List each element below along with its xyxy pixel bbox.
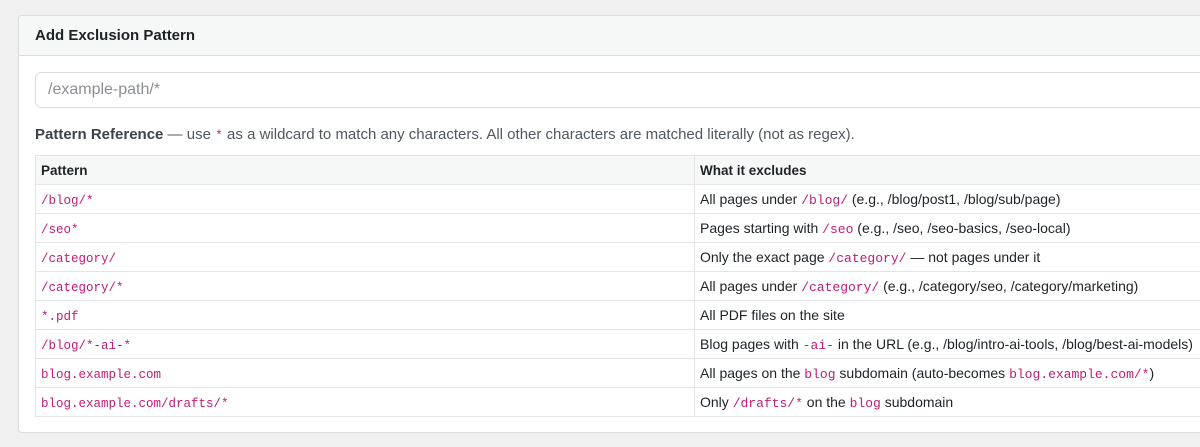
inline-code: /seo bbox=[822, 221, 854, 237]
description-cell: Blog pages with -ai- in the URL (e.g., /… bbox=[694, 329, 1200, 359]
description-text: Blog pages with bbox=[700, 335, 803, 352]
pattern-code: /seo* bbox=[41, 222, 79, 237]
table-row: /category/Only the exact page /category/… bbox=[35, 242, 1200, 272]
pattern-code: /blog/* bbox=[41, 193, 94, 208]
description-text: Pages starting with bbox=[700, 219, 823, 236]
description-text: ) bbox=[1149, 364, 1155, 381]
inline-code: /drafts/* bbox=[732, 395, 803, 411]
pattern-cell: /blog/* bbox=[35, 184, 695, 214]
table-header-row: Pattern What it excludes bbox=[35, 155, 1200, 185]
pattern-cell: blog.example.com bbox=[35, 358, 695, 388]
pattern-cell: /category/* bbox=[35, 271, 695, 301]
inline-code: blog.example.com/* bbox=[1009, 366, 1150, 382]
description-text: Only bbox=[700, 393, 733, 410]
pattern-code: /blog/*-ai-* bbox=[41, 338, 132, 353]
description-text: on the bbox=[802, 393, 850, 410]
table-row: blog.example.com All pages on the blog su… bbox=[35, 358, 1200, 388]
pattern-code: /category/* bbox=[41, 280, 124, 295]
card-header: Add Exclusion Pattern bbox=[19, 16, 1200, 56]
pattern-cell: blog.example.com/drafts/* bbox=[35, 387, 695, 417]
description-cell: All pages on the blog subdomain (auto-be… bbox=[694, 358, 1200, 388]
pattern-code: blog.example.com/drafts/* bbox=[41, 396, 229, 411]
pattern-reference-note: Pattern Reference — use * as a wildcard … bbox=[35, 126, 855, 143]
description-cell: Only the exact page /category/ — not pag… bbox=[694, 242, 1200, 272]
description-text: in the URL (e.g., /blog/intro-ai-tools, … bbox=[833, 335, 1193, 352]
pattern-reference-table: Pattern What it excludes /blog/* All page… bbox=[35, 155, 1200, 417]
inline-code: /blog/ bbox=[801, 192, 848, 208]
table-row: *.pdf All PDF files on the site bbox=[35, 300, 1200, 330]
inline-code: blog bbox=[849, 395, 881, 411]
table-row: /blog/*-ai-* Blog pages with -ai- in the … bbox=[35, 329, 1200, 359]
description-text: All pages under bbox=[700, 277, 802, 294]
pattern-code: *.pdf bbox=[41, 309, 79, 324]
description-cell: All pages under /blog/ (e.g., /blog/post… bbox=[694, 184, 1200, 214]
table-row: /blog/* All pages under /blog/ (e.g., /bl… bbox=[35, 184, 1200, 214]
pattern-cell: /blog/*-ai-* bbox=[35, 329, 695, 359]
table-body: /blog/* All pages under /blog/ (e.g., /bl… bbox=[35, 184, 1200, 417]
description-cell: Pages starting with /seo (e.g., /seo, /s… bbox=[694, 213, 1200, 243]
description-text: All pages on the bbox=[700, 364, 805, 381]
description-text: (e.g., /seo, /seo-basics, /seo-local) bbox=[853, 219, 1071, 236]
description-text: subdomain bbox=[880, 393, 954, 410]
reference-title: Pattern Reference bbox=[35, 126, 164, 143]
reference-text-after: as a wildcard to match any characters. A… bbox=[222, 126, 855, 143]
header-pattern: Pattern bbox=[35, 155, 695, 185]
pattern-cell: /seo* bbox=[35, 213, 695, 243]
description-cell: All PDF files on the site bbox=[694, 300, 1200, 330]
description-cell: All pages under /category/ (e.g., /categ… bbox=[694, 271, 1200, 301]
inline-code: /category/ bbox=[828, 250, 907, 266]
table-row: /seo* Pages starting with /seo (e.g., /se… bbox=[35, 213, 1200, 243]
description-text: (e.g., /category/seo, /category/marketin… bbox=[879, 277, 1139, 294]
inline-code: blog bbox=[804, 366, 836, 382]
inline-code: -ai- bbox=[802, 337, 834, 353]
pattern-cell: *.pdf bbox=[35, 300, 695, 330]
description-text: (e.g., /blog/post1, /blog/sub/page) bbox=[848, 190, 1061, 207]
header-what-it-excludes: What it excludes bbox=[694, 155, 1200, 185]
table-row: /category/* All pages under /category/ (e… bbox=[35, 271, 1200, 301]
description-cell: Only /drafts/* on the blog subdomain bbox=[694, 387, 1200, 417]
inline-code: /category/ bbox=[801, 279, 880, 295]
card-title: Add Exclusion Pattern bbox=[35, 27, 196, 44]
pattern-input[interactable] bbox=[35, 72, 1200, 108]
description-text: Only the exact page bbox=[700, 248, 829, 265]
add-exclusion-card: Add Exclusion Pattern Pattern Reference … bbox=[18, 15, 1200, 433]
table-row: blog.example.com/drafts/* Only /drafts/* … bbox=[35, 387, 1200, 417]
wildcard-code: * bbox=[215, 128, 223, 143]
reference-text-before: — use bbox=[163, 126, 216, 143]
pattern-code: blog.example.com bbox=[41, 367, 162, 382]
description-text: All PDF files on the site bbox=[700, 307, 845, 323]
description-text: All pages under bbox=[700, 190, 802, 207]
description-text: — not pages under it bbox=[906, 248, 1041, 265]
pattern-code: /category/ bbox=[41, 251, 117, 266]
pattern-cell: /category/ bbox=[35, 242, 695, 272]
description-text: subdomain (auto-becomes bbox=[835, 364, 1010, 381]
